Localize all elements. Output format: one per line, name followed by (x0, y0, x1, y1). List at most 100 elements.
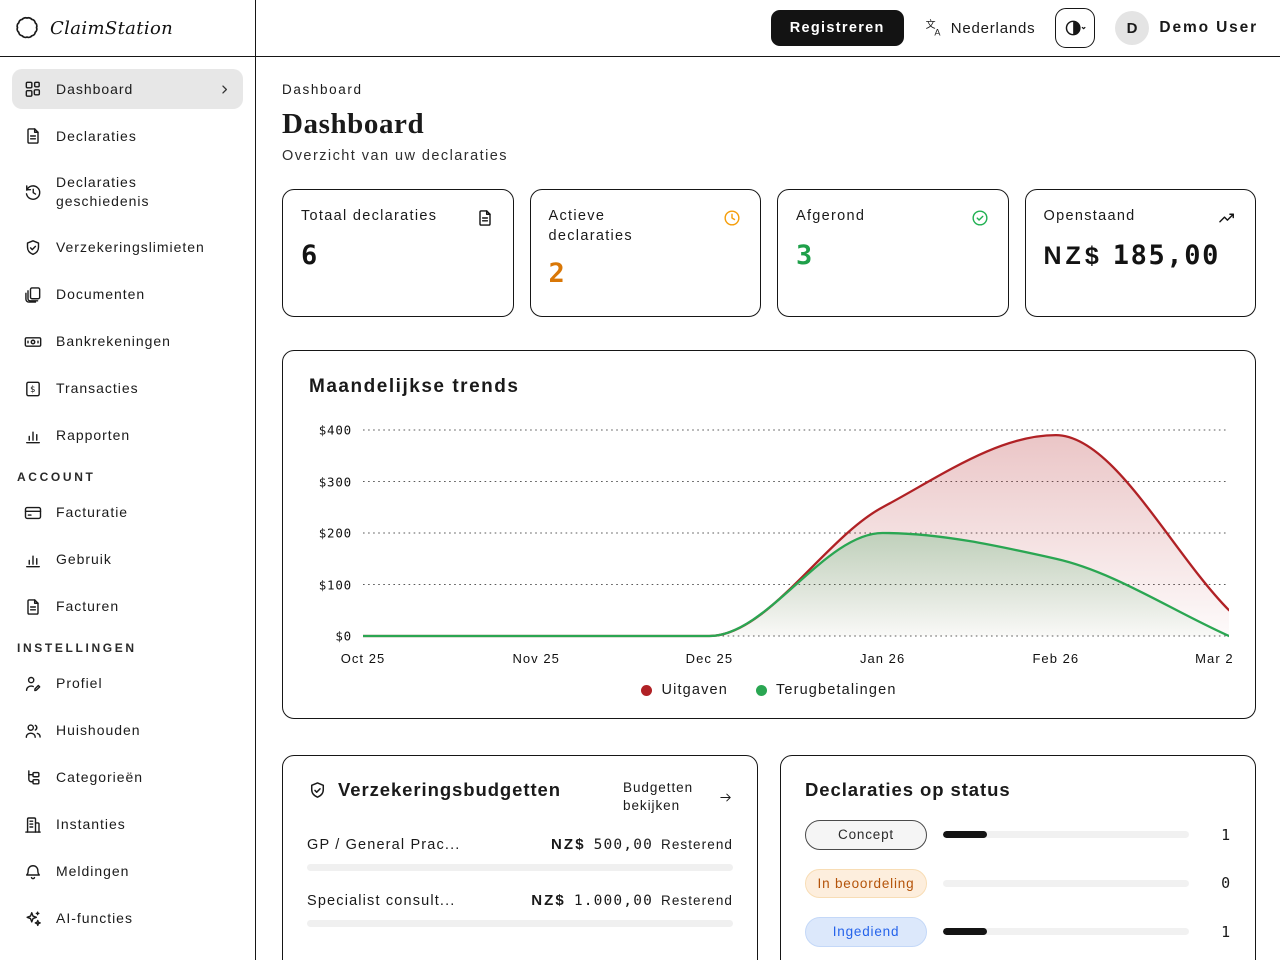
status-progress-fill (943, 831, 988, 839)
theme-toggle-button[interactable] (1055, 8, 1096, 48)
panel-title: Verzekeringsbudgetten (338, 779, 561, 800)
dollar-receipt-icon: $ (23, 379, 43, 399)
x-tick-label: Nov 25 (512, 651, 560, 666)
status-progress-fill (943, 928, 988, 936)
history-icon (23, 182, 43, 202)
stat-label: Actieve declaraties (548, 208, 633, 244)
sidebar-item-gebruik[interactable]: Gebruik (12, 540, 243, 580)
user-edit-icon (23, 674, 43, 694)
sidebar-item-ai-functies[interactable]: AI-functies (12, 899, 243, 939)
y-tick-label: $400 (318, 422, 352, 438)
sidebar-item-instanties[interactable]: Instanties (12, 805, 243, 845)
logo-text: ClaimStation (50, 17, 174, 39)
avatar: D (1115, 11, 1150, 45)
arrow-right-icon (718, 790, 733, 805)
monthly-trends-card: Maandelijkse trends $0 $100 $200 $300 $400 O… (282, 350, 1256, 719)
page-title: Dashboard (282, 108, 425, 140)
sidebar-item-documenten[interactable]: Documenten (12, 275, 243, 315)
x-tick-label: Oct 25 (340, 651, 386, 666)
status-row-in-beoordeling: In beoordeling 0 (805, 868, 1231, 899)
sidebar-section-account: ACCOUNT (17, 469, 96, 484)
budget-row: GP / General Prac... NZ$ 500,00 Resteren… (307, 836, 733, 872)
sidebar-item-declaraties-geschiedenis[interactable]: Declaraties geschiedenis (12, 163, 243, 221)
circle-check-icon (970, 208, 990, 228)
topbar-actions: Registreren 文 A Nederlands D Demo User (256, 0, 1280, 56)
trending-up-icon (1217, 208, 1237, 228)
svg-text:$: $ (30, 385, 36, 395)
stat-card-afgerond: Afgerond 3 (777, 189, 1009, 317)
sidebar-item-meldingen[interactable]: Meldingen (12, 852, 243, 892)
user-menu[interactable]: D Demo User (1115, 11, 1258, 45)
language-label: Nederlands (950, 19, 1036, 37)
status-progress-track (943, 879, 1189, 887)
status-count: 0 (1221, 874, 1231, 893)
banknote-icon (23, 332, 43, 352)
x-tick-label: Dec 25 (685, 651, 734, 666)
sidebar-item-bankrekeningen[interactable]: Bankrekeningen (12, 322, 243, 362)
main-content: Dashboard Dashboard Overzicht van uw dec… (256, 57, 1280, 960)
chevron-right-icon (217, 82, 232, 97)
x-tick-label: Mar 2 (1195, 651, 1234, 666)
sidebar-item-rapporten[interactable]: Rapporten (12, 416, 243, 456)
budget-amount: NZ$ 1.000,00 Resterend (531, 892, 733, 910)
y-tick-label: $300 (318, 474, 352, 489)
translate-icon: 文 A (924, 18, 944, 38)
stat-value: 6 (301, 240, 319, 271)
chart-bar-icon (23, 426, 43, 446)
status-progress-track (943, 831, 1189, 839)
sidebar-item-facturen[interactable]: Facturen (12, 587, 243, 627)
logo[interactable]: ClaimStation (0, 0, 256, 56)
stat-value: 2 (548, 258, 567, 290)
breadcrumb[interactable]: Dashboard (282, 82, 1256, 97)
chart-bar-icon (23, 550, 43, 570)
stat-label: Openstaand (1043, 208, 1136, 224)
budget-progress-track (307, 864, 733, 872)
status-badge: Concept (805, 820, 927, 850)
budget-name: GP / General Prac... (307, 837, 461, 854)
status-row-ingediend: Ingediend 1 (805, 917, 1231, 947)
panel-title: Declaraties op status (805, 779, 1011, 800)
sidebar-section-instellingen: INSTELLINGEN (17, 640, 137, 655)
svg-text:A: A (934, 28, 941, 38)
chart-title: Maandelijkse trends (309, 376, 520, 397)
users-icon (23, 721, 43, 741)
area-chart (363, 429, 1229, 638)
register-button[interactable]: Registreren (770, 10, 904, 46)
stat-value: 3 (796, 240, 814, 271)
shield-check-icon (23, 238, 43, 258)
bell-icon (23, 862, 43, 882)
y-tick-label: $100 (318, 577, 352, 592)
sidebar-item-verzekeringslimieten[interactable]: Verzekeringslimieten (12, 228, 243, 268)
stat-card-totaal-declaraties: Totaal declaraties 6 (282, 189, 514, 317)
budget-row: Specialist consult... NZ$ 1.000,00 Reste… (307, 892, 733, 928)
sidebar-item-huishouden[interactable]: Huishouden (12, 711, 243, 751)
shield-check-icon (307, 780, 328, 801)
stat-value: NZ$ 185,00 (1043, 240, 1220, 271)
trend-chart: $0 $100 $200 $300 $400 (309, 423, 1229, 645)
y-tick-label: $200 (318, 525, 352, 541)
building-icon (23, 815, 43, 835)
insurance-budgets-card: Verzekeringsbudgetten Budgetten bekijken… (282, 755, 758, 960)
status-progress-track (943, 928, 1189, 936)
legend-dot-green (755, 684, 767, 696)
stat-label: Totaal declaraties (301, 208, 438, 224)
sidebar-item-dashboard[interactable]: Dashboard (12, 69, 243, 109)
view-budgets-link[interactable]: Budgetten bekijken (623, 779, 733, 815)
y-axis-labels: $0 $100 $200 $300 $400 (309, 423, 363, 645)
sidebar-item-profiel[interactable]: Profiel (12, 664, 243, 704)
file-text-icon (475, 208, 495, 228)
stat-card-actieve-declaraties: Actieve declaraties 2 (529, 189, 761, 317)
sidebar-item-categorieen[interactable]: Categorieën (12, 758, 243, 798)
sidebar-item-declaraties[interactable]: Declaraties (12, 116, 243, 156)
chart-legend: Uitgaven Terugbetalingen (309, 682, 1229, 698)
y-tick-label: $0 (335, 628, 352, 644)
status-badge: In beoordeling (805, 868, 927, 899)
sidebar-item-transacties[interactable]: $ Transacties (12, 369, 243, 409)
clock-icon (722, 208, 742, 228)
x-tick-label: Jan 26 (859, 651, 906, 666)
legend-item-uitgaven: Uitgaven (641, 682, 728, 698)
file-text-icon (23, 126, 43, 146)
sidebar-item-facturatie[interactable]: Facturatie (12, 493, 243, 533)
legend-item-terugbetalingen: Terugbetalingen (755, 682, 897, 698)
language-switcher[interactable]: 文 A Nederlands (924, 18, 1036, 38)
